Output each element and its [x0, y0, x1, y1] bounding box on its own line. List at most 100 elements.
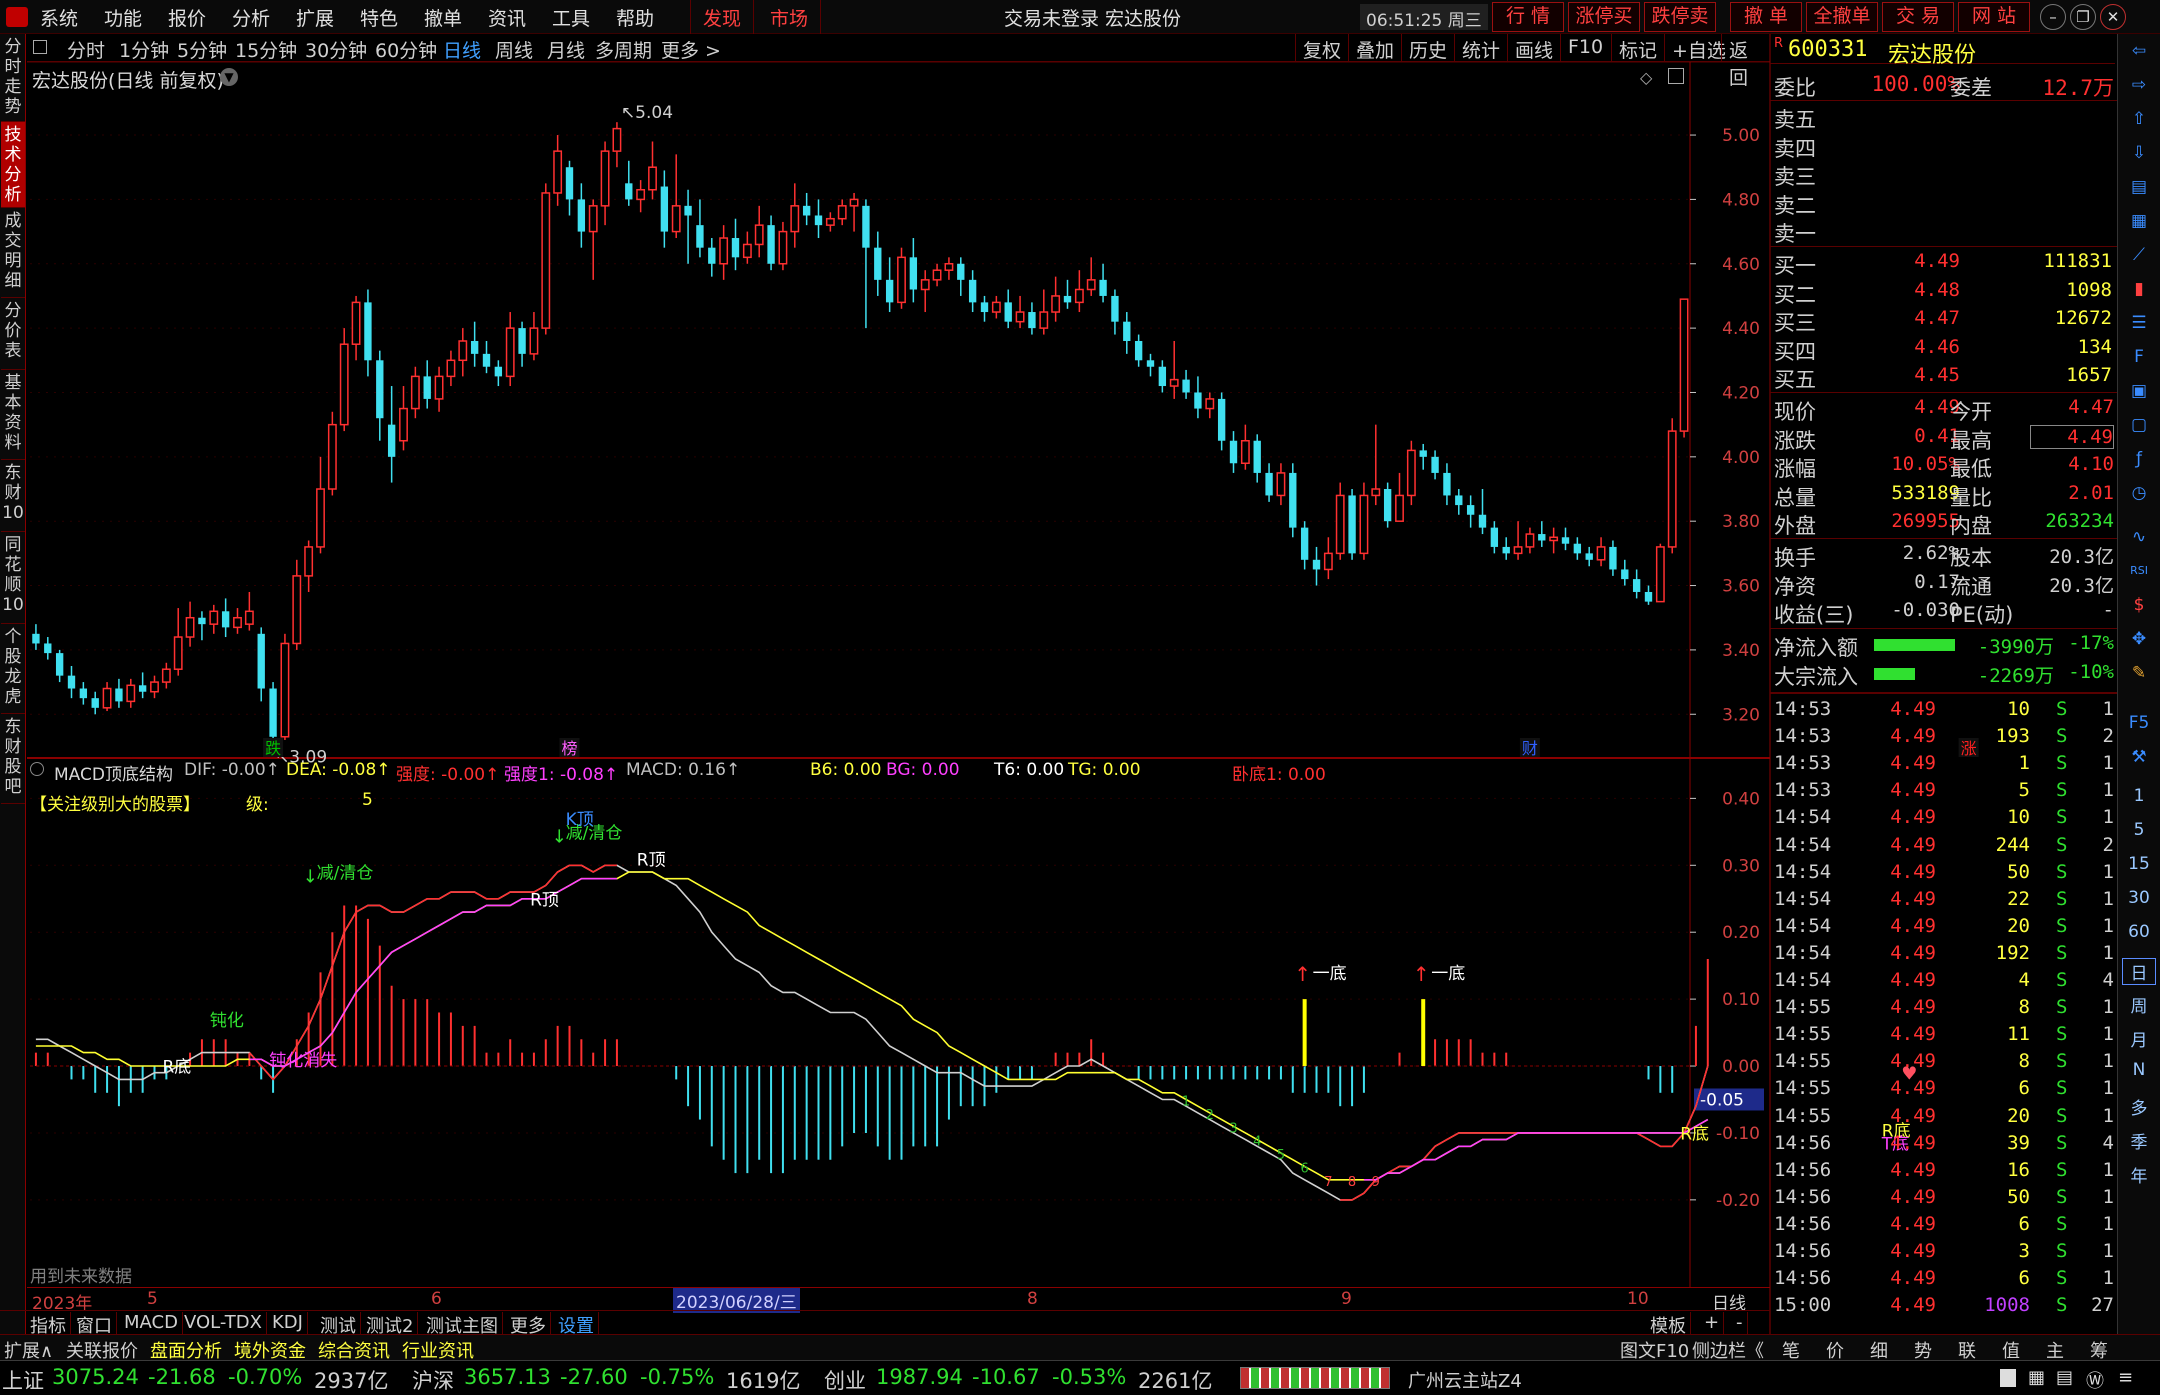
- candle-body: [1063, 295, 1072, 303]
- candle-body: [1335, 494, 1345, 555]
- sidebar-period-60[interactable]: 60: [2122, 922, 2156, 942]
- sidebar-period-multi[interactable]: 多: [2122, 1094, 2156, 1119]
- sidebar-period-5[interactable]: 5: [2122, 820, 2156, 840]
- menu-icon[interactable]: ≡: [2118, 1367, 2133, 1388]
- forward-arrow-icon[interactable]: ⇨: [2126, 72, 2152, 98]
- chart-title: 宏达股份(日线 前复权): [32, 70, 224, 92]
- candle-body: [790, 205, 800, 233]
- pen-icon[interactable]: ✎: [2126, 660, 2152, 686]
- dropdown-icon[interactable]: ▼: [220, 68, 238, 86]
- calendar-icon[interactable]: ▣: [2126, 378, 2152, 404]
- line-chart-icon[interactable]: ⟋: [2126, 242, 2152, 268]
- sidebar-period-day[interactable]: 日: [2122, 958, 2156, 985]
- wave-icon[interactable]: ∿: [2126, 524, 2152, 550]
- move-icon[interactable]: ✥: [2126, 626, 2152, 652]
- trade-volume: 50: [2007, 860, 2030, 883]
- grid-view-icon[interactable]: ▦: [2126, 208, 2152, 234]
- candle-body: [909, 257, 918, 290]
- clock-icon[interactable]: ◷: [2126, 480, 2152, 506]
- up-arrow-icon[interactable]: ⇧: [2126, 106, 2152, 132]
- candle-body: [577, 199, 586, 232]
- table-icon[interactable]: ▤: [2126, 174, 2152, 200]
- stat-label: 外盘: [1774, 514, 1816, 538]
- doc-icon[interactable]: ▢: [2126, 412, 2152, 438]
- candle-body: [198, 617, 206, 625]
- macd-strength1: 强度1: -0.08↑: [504, 765, 619, 785]
- tab-more[interactable]: 更多: [510, 1312, 551, 1337]
- template-button[interactable]: 模板: [1650, 1312, 1691, 1337]
- trade-volume: 4: [2018, 969, 2030, 991]
- candle-body: [115, 688, 123, 702]
- event-marker[interactable]: 榜: [561, 739, 577, 758]
- candle-body: [458, 340, 468, 362]
- diamond-icon[interactable]: ◇: [1640, 68, 1652, 87]
- kline-tick-label: 4.60: [1722, 255, 1760, 275]
- dollar-icon[interactable]: $: [2126, 592, 2152, 618]
- formula-icon[interactable]: ƒ: [2126, 446, 2152, 472]
- candle-body: [1051, 295, 1061, 313]
- candle-body: [1253, 440, 1261, 473]
- tab-vol-tdx[interactable]: VOL-TDX: [184, 1312, 267, 1334]
- sh-amount: 2937亿: [314, 1369, 389, 1393]
- sz-value: 3657.13: [464, 1365, 551, 1389]
- count-digit: 8: [1348, 1175, 1356, 1190]
- sidebar-period-1[interactable]: 1: [2122, 786, 2156, 806]
- text-icon[interactable]: Ⓦ: [2086, 1367, 2104, 1393]
- strength-line: [248, 864, 617, 1081]
- chart-icon[interactable]: ▤: [2056, 1367, 2073, 1388]
- tool-icon[interactable]: ⚒: [2126, 744, 2152, 770]
- tab-window[interactable]: 窗口: [76, 1312, 117, 1337]
- list-icon[interactable]: ☰: [2126, 310, 2152, 336]
- stat-value: 2.01: [2068, 481, 2114, 504]
- sidebar-period-n[interactable]: N: [2122, 1060, 2156, 1080]
- candle-body: [1502, 546, 1510, 554]
- trade-time: 14:56: [1774, 1212, 1832, 1235]
- tab-test-main[interactable]: 测试主图: [426, 1312, 503, 1337]
- document-icon[interactable]: [2000, 1369, 2016, 1387]
- trade-side: S: [2056, 1212, 2068, 1235]
- sh-label[interactable]: 上证: [2, 1365, 44, 1395]
- grid-icon[interactable]: ▦: [2028, 1367, 2045, 1388]
- trade-price: 4.49: [1890, 1185, 1936, 1208]
- tab-test2[interactable]: 测试2: [366, 1312, 419, 1337]
- sidebar-period-week[interactable]: 周: [2122, 992, 2156, 1017]
- down-arrow-icon[interactable]: ⇩: [2126, 140, 2152, 166]
- rsi-icon[interactable]: RSI: [2126, 558, 2152, 584]
- f10-icon[interactable]: F: [2126, 344, 2152, 370]
- trade-price: 4.49: [1890, 698, 1936, 720]
- zoom-out-button[interactable]: -: [1736, 1312, 1748, 1334]
- tab-kdj[interactable]: KDJ: [272, 1312, 308, 1334]
- candle-body: [660, 186, 669, 232]
- cy-label[interactable]: 创业: [824, 1365, 866, 1395]
- sz-label[interactable]: 沪深: [412, 1365, 454, 1395]
- tab-macd[interactable]: MACD: [124, 1312, 183, 1334]
- sidebar-period-15[interactable]: 15: [2122, 854, 2156, 874]
- chart-canvas[interactable]: 5.00 4.80 4.60 4.40 4.20 4.00 3.80 3.60 3.40 3.20…: [0, 0, 2160, 1395]
- macd-settings-icon[interactable]: [30, 762, 44, 776]
- candle-body: [862, 205, 870, 248]
- panel-toggle-icon[interactable]: [1668, 68, 1684, 84]
- stat-value: 533189: [1891, 481, 1960, 504]
- tab-indicator[interactable]: 指标: [30, 1312, 71, 1337]
- sidebar-period-month[interactable]: 月: [2122, 1026, 2156, 1051]
- back-arrow-icon[interactable]: ⇦: [2126, 38, 2152, 64]
- sidebar-period-30[interactable]: 30: [2122, 888, 2156, 908]
- candle-body: [1621, 569, 1629, 580]
- zoom-in-button[interactable]: +: [1704, 1312, 1725, 1334]
- stat-value: 0.41: [1914, 424, 1960, 447]
- trade-volume: 20: [2007, 914, 2030, 937]
- kline-icon[interactable]: ▮: [2126, 276, 2152, 302]
- sidebar-period-year[interactable]: 年: [2122, 1162, 2156, 1187]
- candle-body: [257, 633, 265, 689]
- trade-side: S: [2056, 941, 2068, 964]
- event-marker[interactable]: 财: [1522, 739, 1538, 758]
- tab-settings[interactable]: 设置: [558, 1312, 599, 1337]
- tab-test[interactable]: 测试: [320, 1312, 361, 1337]
- sidebar-period-quarter[interactable]: 季: [2122, 1128, 2156, 1153]
- trade-side: S: [2056, 1185, 2068, 1208]
- macd-focus-note: 【关注级别大的股票】: [30, 795, 200, 815]
- macd-tick-label: 0.10: [1722, 990, 1760, 1010]
- f5-icon[interactable]: F5: [2126, 710, 2152, 736]
- candle-body: [932, 269, 942, 281]
- event-marker[interactable]: 跌: [265, 739, 281, 758]
